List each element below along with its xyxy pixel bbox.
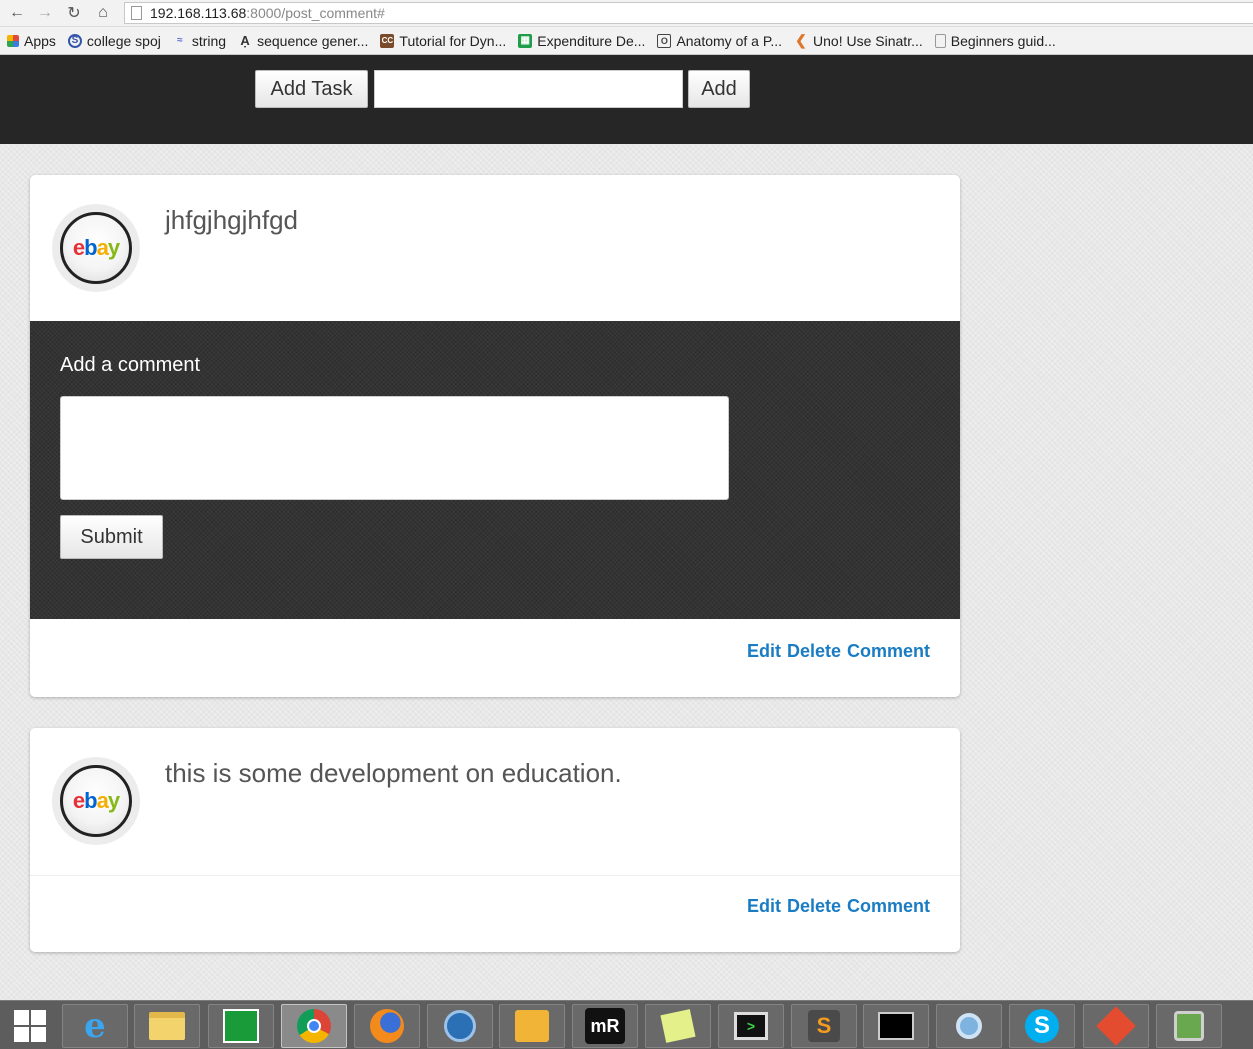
delete-link[interactable]: Delete	[787, 641, 841, 662]
sheets-icon: ▦	[518, 33, 533, 48]
bookmark-expenditure[interactable]: ▦ Expenditure De...	[518, 33, 645, 49]
reload-icon[interactable]: ↻	[61, 0, 87, 26]
bookmark-string[interactable]: ≈ string	[173, 33, 226, 49]
task-input[interactable]	[374, 70, 683, 108]
address-bar[interactable]: 192.168.113.68 :8000/post_comment#	[124, 2, 1253, 24]
windows-taskbar: e mR > S S	[0, 1000, 1253, 1049]
bookmark-apps[interactable]: Apps	[7, 33, 56, 49]
bookmark-label: string	[191, 32, 227, 49]
comment-panel: Add a comment Submit	[30, 321, 960, 619]
bookmark-tutorial[interactable]: CC Tutorial for Dyn...	[380, 33, 506, 49]
bookmark-sequence-generator[interactable]: Ạ sequence gener...	[238, 33, 368, 49]
post-actions: Edit Delete Comment	[747, 641, 930, 662]
bookmark-label: Uno! Use Sinatr...	[813, 32, 923, 49]
bookmark-label: Expenditure De...	[537, 32, 646, 49]
windows-start-icon[interactable]	[0, 1004, 60, 1048]
card-divider	[30, 875, 960, 876]
apps-grid-icon	[7, 34, 19, 47]
cmd-icon[interactable]	[863, 1004, 929, 1048]
terminal-icon[interactable]: >	[718, 1004, 784, 1048]
comment-link[interactable]: Comment	[847, 896, 930, 917]
string-icon: ≈	[177, 35, 183, 46]
cc-icon: CC	[380, 33, 395, 48]
outlook-icon[interactable]	[499, 1004, 565, 1048]
comment-link[interactable]: Comment	[847, 641, 930, 662]
delete-link[interactable]: Delete	[787, 896, 841, 917]
vpn-icon[interactable]	[1156, 1004, 1222, 1048]
forward-arrow-icon[interactable]: →	[32, 0, 58, 26]
add-task-button[interactable]: Add Task	[255, 70, 368, 108]
ebay-logo: ebay	[60, 765, 132, 837]
avatar: ebay	[52, 204, 140, 292]
submit-button[interactable]: Submit	[60, 515, 163, 559]
bookmark-label: sequence gener...	[257, 32, 369, 49]
back-arrow-icon[interactable]: ←	[4, 0, 30, 26]
browser-toolbar: ← → ↻ ⌂ 192.168.113.68 :8000/post_commen…	[0, 0, 1253, 27]
skype-icon[interactable]: S	[1009, 1004, 1075, 1048]
bookmark-label: Tutorial for Dyn...	[399, 32, 507, 49]
post-text: jhfgjhgjhfgd	[165, 205, 298, 235]
app-top-bar: Add Task Add	[0, 55, 1253, 144]
url-host: 192.168.113.68	[150, 5, 247, 21]
page-icon	[131, 6, 142, 20]
store-icon[interactable]	[208, 1004, 274, 1048]
bookmarks-bar: Apps S college spoj ≈ string Ạ sequence …	[0, 27, 1253, 55]
page-icon	[934, 33, 946, 48]
uno-icon: ❮	[795, 32, 807, 48]
file-explorer-icon[interactable]	[134, 1004, 200, 1048]
post-card: ebay this is some development on educati…	[30, 728, 960, 952]
firefox-icon[interactable]	[354, 1004, 420, 1048]
git-icon[interactable]	[1083, 1004, 1149, 1048]
chrome-icon[interactable]	[281, 1004, 347, 1048]
sticky-notes-icon[interactable]	[645, 1004, 711, 1048]
spoj-icon: S	[67, 33, 82, 48]
o-icon: O	[657, 33, 672, 48]
internet-explorer-icon[interactable]: e	[62, 1004, 128, 1048]
edit-link[interactable]: Edit	[747, 896, 781, 917]
sublime-text-icon[interactable]: S	[791, 1004, 857, 1048]
post-actions: Edit Delete Comment	[747, 896, 930, 917]
comment-textarea[interactable]	[60, 396, 729, 500]
url-path: :8000/post_comment#	[246, 5, 385, 21]
comment-label: Add a comment	[60, 354, 201, 376]
ebay-logo: ebay	[60, 212, 132, 284]
bookmark-uno[interactable]: ❮ Uno! Use Sinatr...	[794, 32, 923, 49]
bookmark-label: Apps	[24, 32, 56, 49]
mremoteng-icon[interactable]: mR	[572, 1004, 638, 1048]
post-card: ebay jhfgjhgjhfgd Add a comment Submit E…	[30, 175, 960, 697]
bookmark-label: college spoj	[86, 32, 161, 49]
bookmark-beginners-guide[interactable]: Beginners guid...	[934, 32, 1056, 49]
bookmark-label: Anatomy of a P...	[676, 32, 783, 49]
bookmark-label: Beginners guid...	[950, 32, 1056, 49]
home-icon[interactable]: ⌂	[90, 0, 116, 26]
search-tool-icon[interactable]	[936, 1004, 1002, 1048]
bookmark-anatomy[interactable]: O Anatomy of a P...	[657, 33, 782, 49]
post-text: this is some development on education.	[165, 758, 622, 788]
add-button[interactable]: Add	[688, 70, 750, 108]
bookmark-college-spoj[interactable]: S college spoj	[67, 32, 161, 49]
avatar: ebay	[52, 757, 140, 845]
sequence-icon: Ạ	[240, 33, 250, 48]
remote-desktop-icon[interactable]	[427, 1004, 493, 1048]
edit-link[interactable]: Edit	[747, 641, 781, 662]
